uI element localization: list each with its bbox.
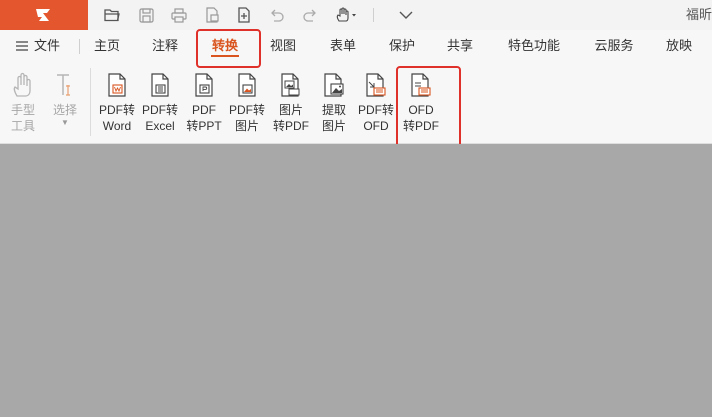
tab-home[interactable]: 主页	[93, 30, 121, 62]
title-bar: 福昕	[0, 0, 712, 30]
tab-view[interactable]: 视图	[269, 30, 297, 62]
pdf-to-ppt-button[interactable]: PDF 转PPT	[183, 68, 225, 142]
convert-ribbon: 手型 工具 选择 ▼ PDF转 Word PDF转 Excel PDF 转PPT PDF	[0, 62, 712, 144]
image-to-pdf-icon	[281, 73, 300, 97]
file-menu-label: 文件	[34, 38, 61, 53]
customize-chevron-icon[interactable]	[393, 0, 419, 30]
pdf-to-image-label: PDF转 图片	[228, 103, 265, 133]
undo-icon[interactable]	[264, 0, 290, 30]
image-to-pdf-label: 图片 转PDF	[272, 103, 309, 133]
pdf-to-ofd-label: PDF转 OFD	[357, 103, 394, 133]
ofd-to-pdf-highlight	[396, 66, 461, 150]
new-file-icon[interactable]	[231, 0, 257, 30]
hand-tool-icon[interactable]	[332, 0, 362, 30]
tab-special-features[interactable]: 特色功能	[506, 30, 562, 62]
pdf-to-word-label: PDF转 Word	[98, 103, 135, 133]
tab-protect[interactable]: 保护	[388, 30, 416, 62]
tab-share[interactable]: 共享	[446, 30, 474, 62]
pdf-to-excel-label: PDF转 Excel	[141, 103, 178, 133]
hamburger-icon	[16, 41, 28, 51]
tab-slideshow[interactable]: 放映	[665, 30, 693, 62]
hand-tool-button[interactable]: 手型 工具	[6, 68, 40, 142]
foxit-logo-icon	[36, 9, 50, 21]
extract-image-button[interactable]: 提取 图片	[315, 68, 353, 142]
tab-annotate[interactable]: 注释	[151, 30, 179, 62]
document-area[interactable]	[0, 144, 712, 417]
pdf-to-image-icon	[238, 73, 256, 97]
app-title: 福昕	[685, 7, 712, 22]
pdf-to-ppt-icon	[195, 73, 213, 97]
pdf-to-word-icon	[108, 73, 126, 97]
redo-icon[interactable]	[297, 0, 323, 30]
pdf-to-ppt-label: PDF 转PPT	[186, 103, 222, 133]
convert-tab-highlight	[196, 29, 261, 68]
hand-icon	[13, 72, 31, 97]
pdf-to-image-button[interactable]: PDF转 图片	[226, 68, 268, 142]
file-menu[interactable]: 文件	[16, 30, 60, 62]
image-to-pdf-button[interactable]: 图片 转PDF	[269, 68, 313, 142]
tab-cloud-service[interactable]: 云服务	[593, 30, 635, 62]
select-text-icon	[57, 74, 70, 96]
print-icon[interactable]	[166, 0, 192, 30]
app-logo[interactable]	[0, 0, 88, 30]
extract-image-icon	[324, 73, 344, 97]
toolbar-separator	[373, 8, 374, 22]
tab-separator	[79, 39, 80, 54]
pdf-to-excel-icon	[151, 73, 169, 97]
pdf-to-word-button[interactable]: PDF转 Word	[96, 68, 138, 142]
export-file-icon[interactable]	[199, 0, 225, 30]
ribbon-tab-bar: 文件 主页 注释 转换 视图 表单 保护 共享 特色功能 云服务 放映	[0, 30, 712, 62]
open-folder-icon[interactable]	[99, 0, 125, 30]
hand-tool-label: 手型 工具	[10, 103, 35, 133]
pdf-to-excel-button[interactable]: PDF转 Excel	[139, 68, 181, 142]
select-tool-label: 选择	[52, 103, 77, 117]
select-dropdown-icon[interactable]: ▼	[61, 119, 69, 127]
ribbon-separator	[90, 68, 91, 136]
save-icon[interactable]	[133, 0, 159, 30]
pdf-to-ofd-button[interactable]: PDF转 OFD	[355, 68, 397, 142]
select-tool-button[interactable]: 选择 ▼	[48, 68, 82, 142]
pdf-to-ofd-icon	[366, 73, 386, 97]
tab-form[interactable]: 表单	[329, 30, 357, 62]
extract-image-label: 提取 图片	[321, 103, 346, 133]
